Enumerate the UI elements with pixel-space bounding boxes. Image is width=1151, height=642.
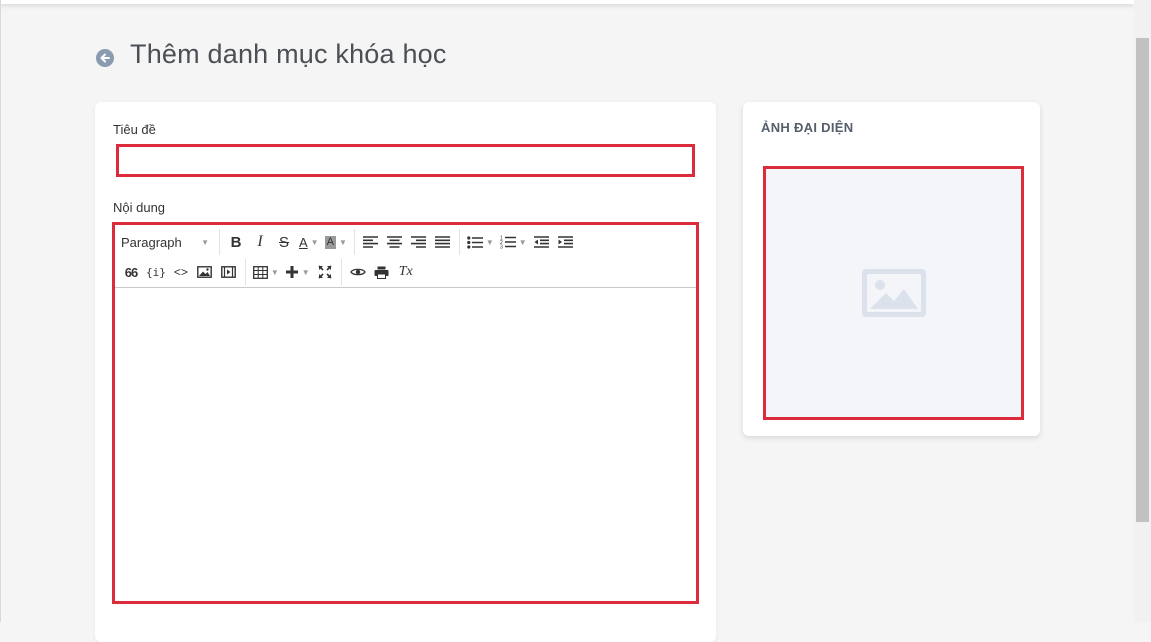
insert-button[interactable]: ▼ [282,260,313,284]
fullscreen-button[interactable] [313,260,337,284]
clear-format-button[interactable]: Tx [394,260,418,284]
chevron-down-icon: ▼ [518,237,527,247]
numbered-list-icon: 123 [500,236,516,250]
toolbar-separator [244,259,246,285]
toolbar-separator [353,229,355,255]
text-color-icon: A [299,234,308,250]
italic-icon: I [257,233,263,250]
editor-toolbar: Paragraph ▼ B I S A ▼ A ▼ ▼ 1 2 3 ▼ 66 {… [115,225,696,288]
table-icon [252,265,268,279]
background-color-button[interactable]: A ▼ [322,230,350,254]
editor-content-area[interactable] [115,288,696,601]
indent-button[interactable] [554,230,578,254]
table-button[interactable]: ▼ [250,260,282,284]
chevron-down-icon: ▼ [485,237,494,247]
format-select-value: Paragraph [121,234,182,250]
insert-icon [285,266,298,278]
preview-icon [349,268,366,276]
code-sample-button[interactable]: {i} [143,260,169,284]
strikethrough-button[interactable]: S [272,230,296,254]
top-bar [0,0,1134,4]
fullscreen-icon [318,265,332,279]
scrollbar-thumb[interactable] [1136,38,1149,522]
blockquote-icon: 66 [124,264,139,280]
toolbar-separator [340,259,342,285]
avatar-section-title: ẢNH ĐẠI DIỆN [761,120,854,135]
title-label: Tiêu đề [113,122,156,137]
image-placeholder-icon [861,269,926,317]
print-button[interactable] [370,260,394,284]
chevron-down-icon: ▼ [338,237,347,247]
main-form-card: Tiêu đề Nội dung Paragraph ▼ B I S A ▼ A… [95,102,716,642]
indent-icon [558,236,574,248]
avatar-card: ẢNH ĐẠI DIỆN [743,102,1040,436]
align-justify-button[interactable] [431,230,455,254]
outdent-icon [534,236,550,248]
left-edge [0,0,1,622]
bullet-list-icon [467,235,483,249]
align-left-icon [363,236,379,248]
content-label: Nội dung [113,200,166,215]
format-select[interactable]: Paragraph ▼ [115,230,215,254]
chevron-down-icon: ▼ [201,237,209,247]
preview-button[interactable] [346,260,370,284]
svg-text:3: 3 [500,245,503,250]
page-title: Thêm danh mục khóa học [130,38,447,69]
media-icon [221,266,237,278]
text-color-button[interactable]: A ▼ [296,230,322,254]
align-right-icon [411,236,427,248]
align-right-button[interactable] [407,230,431,254]
page-header: Thêm danh mục khóa học [96,36,447,72]
align-left-button[interactable] [359,230,383,254]
chevron-down-icon: ▼ [310,237,319,247]
image-icon [197,266,213,278]
bullet-list-button[interactable]: ▼ [464,230,497,254]
bold-icon: B [230,233,242,251]
strikethrough-icon: S [278,233,289,251]
align-justify-icon [435,236,451,248]
outdent-button[interactable] [530,230,554,254]
print-icon [374,266,389,279]
numbered-list-button[interactable]: 123 ▼ [497,230,530,254]
scrollbar-track[interactable] [1134,0,1151,622]
align-center-button[interactable] [383,230,407,254]
rich-text-editor: Paragraph ▼ B I S A ▼ A ▼ ▼ 1 2 3 ▼ 66 {… [112,222,699,604]
arrow-left-circle-icon [100,53,110,63]
toolbar-row-1: Paragraph ▼ B I S A ▼ A ▼ ▼ 1 2 3 ▼ [115,227,578,257]
source-code-button[interactable]: <> [169,260,193,284]
clear-format-icon: Tx [398,264,413,279]
title-input[interactable] [116,144,695,177]
avatar-upload-area[interactable] [763,166,1024,420]
toolbar-separator [458,229,460,255]
insert-media-button[interactable] [217,260,241,284]
blockquote-button[interactable]: 66 [119,260,143,284]
chevron-down-icon: ▼ [301,267,310,277]
chevron-down-icon: ▼ [270,267,279,277]
code-sample-icon: {i} [146,265,166,279]
toolbar-separator [219,229,220,255]
insert-image-button[interactable] [193,260,217,284]
align-center-icon [387,236,403,248]
toolbar-row-2: 66 {i} <> ▼ ▼ Tx [115,257,418,287]
back-button[interactable] [96,49,114,67]
source-code-icon: <> [173,265,188,279]
bold-button[interactable]: B [224,230,248,254]
background-color-icon: A [324,235,336,249]
italic-button[interactable]: I [248,230,272,254]
